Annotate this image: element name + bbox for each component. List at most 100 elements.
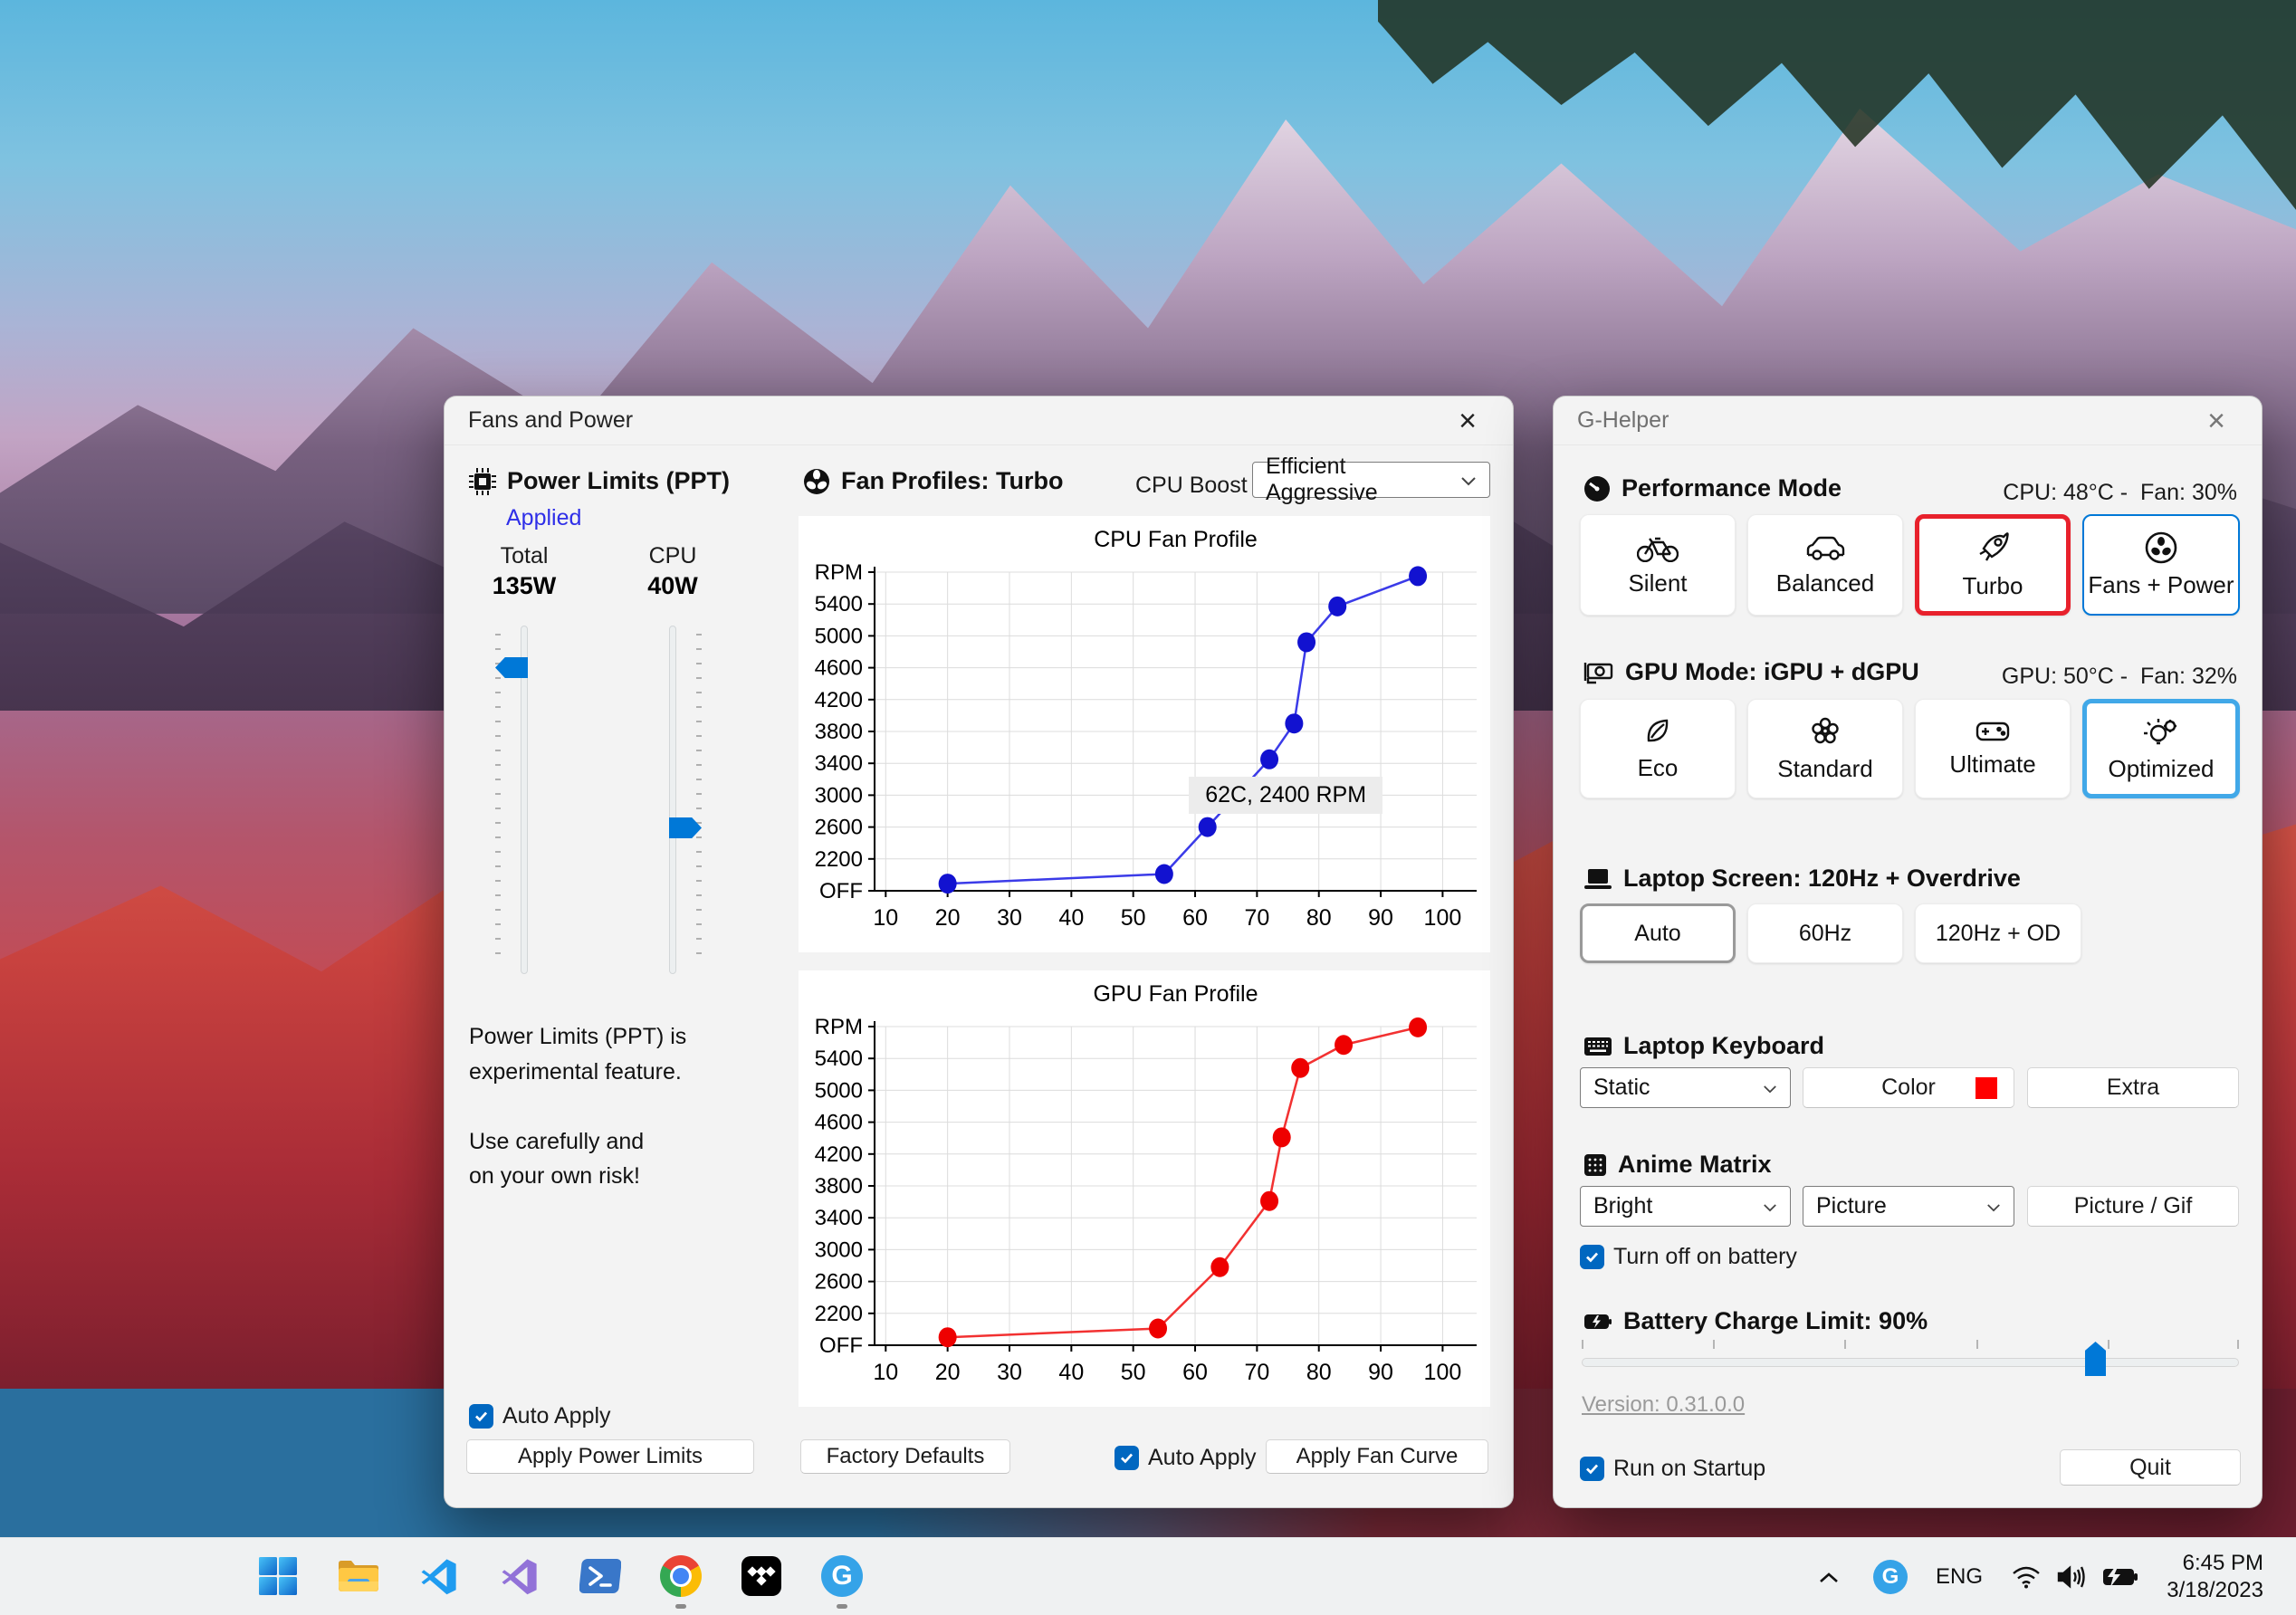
svg-text:OFF: OFF: [819, 1333, 863, 1358]
close-icon[interactable]: ×: [1446, 401, 1489, 441]
cpu-slider-track[interactable]: [669, 626, 676, 974]
matrix-mode-select[interactable]: Picture: [1803, 1186, 2014, 1227]
power-limits-heading: Power Limits (PPT): [469, 467, 730, 495]
keyboard-color-swatch: [1976, 1076, 1997, 1099]
visual-studio-icon[interactable]: [494, 1551, 545, 1601]
bicycle-icon: [1637, 537, 1679, 562]
leaf-icon: [1647, 719, 1669, 741]
svg-text:4200: 4200: [815, 1142, 863, 1167]
checkbox-checked-icon[interactable]: [1115, 1446, 1139, 1470]
battery-slider-track[interactable]: [1582, 1358, 2239, 1367]
keyboard-color-button[interactable]: Color: [1803, 1067, 2014, 1108]
tidal-icon[interactable]: [736, 1551, 787, 1601]
chrome-running-indicator: [675, 1604, 686, 1609]
perf-mode-silent-button[interactable]: Silent: [1580, 514, 1736, 616]
ghelper-taskbar-icon[interactable]: G: [817, 1551, 867, 1601]
apply-power-limits-button[interactable]: Apply Power Limits: [466, 1439, 754, 1474]
svg-text:5400: 5400: [815, 1046, 863, 1071]
laptop-screen-heading: Laptop Screen: 120Hz + Overdrive: [1583, 865, 2021, 893]
gpu-fan-curve-plot[interactable]: 10 20 30 40 50 60 70 80 90 100 OFF 2200 2600 3000 3400…: [799, 970, 1490, 1407]
battery-limit-heading: Battery Charge Limit: 90%: [1583, 1307, 1928, 1335]
ghelper-tray-icon[interactable]: G: [1872, 1559, 1909, 1595]
gpu-fan-curve-chart: 10 20 30 40 50 60 70 80 90 100 OFF 2200 2600 3000 3400…: [799, 970, 1490, 1407]
svg-text:10: 10: [873, 1360, 898, 1385]
svg-text:20: 20: [935, 1360, 961, 1385]
powershell-logo-icon: [579, 1559, 621, 1593]
svg-text:2600: 2600: [815, 1270, 863, 1295]
perf-mode-balanced-button[interactable]: Balanced: [1747, 514, 1903, 616]
dot-matrix-icon: [1584, 1153, 1606, 1176]
screen-120hz-od-button[interactable]: 120Hz + OD: [1915, 903, 2081, 963]
powershell-icon[interactable]: [575, 1551, 626, 1601]
cpu-chip-icon: [469, 467, 496, 495]
svg-text:100: 100: [1424, 905, 1462, 931]
keyboard-mode-select[interactable]: Static: [1580, 1067, 1791, 1108]
gpu-mode-optimized-button[interactable]: Optimized: [2082, 699, 2240, 798]
battery-slider-ticks: [1582, 1340, 2239, 1351]
fans-window-titlebar[interactable]: Fans and Power ×: [445, 397, 1513, 445]
fan-icon: [804, 468, 829, 494]
ghelper-titlebar[interactable]: G-Helper ×: [1554, 397, 2262, 445]
file-explorer-icon[interactable]: [333, 1551, 384, 1601]
factory-defaults-button[interactable]: Factory Defaults: [800, 1439, 1010, 1474]
performance-mode-heading: Performance Mode: [1583, 474, 1842, 502]
cpu-fan-curve-plot[interactable]: 10 20 30 40 50 60 70 80 90 100 OFF 2200 2600 3000 3400…: [799, 516, 1490, 952]
cpu-temp-fan-status: CPU: 48°C - Fan: 30%: [2003, 480, 2237, 505]
cpu-boost-select[interactable]: Efficient Aggressive: [1252, 454, 1490, 505]
language-indicator[interactable]: ENG: [1934, 1561, 1985, 1593]
auto-apply-fan-checkbox[interactable]: Auto Apply: [1115, 1445, 1257, 1471]
svg-text:GPU Fan Profile: GPU Fan Profile: [1093, 981, 1258, 1007]
start-button[interactable]: [253, 1551, 303, 1601]
turn-off-on-battery-checkbox[interactable]: Turn off on battery: [1580, 1244, 1797, 1270]
fans-and-power-window: Fans and Power × Power Limits (PPT) Appl…: [444, 396, 1514, 1508]
matrix-picture-gif-button[interactable]: Picture / Gif: [2027, 1186, 2239, 1227]
auto-apply-power-checkbox[interactable]: Auto Apply: [469, 1403, 611, 1429]
applied-link[interactable]: Applied: [506, 505, 581, 531]
perf-mode-turbo-button[interactable]: Turbo: [1915, 514, 2071, 616]
matrix-brightness-select[interactable]: Bright: [1580, 1186, 1791, 1227]
flower-icon: [1812, 717, 1839, 743]
close-icon[interactable]: ×: [2195, 401, 2238, 441]
gpu-card-icon: [1583, 662, 1613, 683]
gpu-mode-ultimate-button[interactable]: Ultimate: [1915, 699, 2071, 798]
wifi-icon[interactable]: [2008, 1559, 2044, 1595]
checkbox-checked-icon[interactable]: [469, 1404, 493, 1429]
chevron-down-icon: [1763, 1193, 1777, 1219]
run-on-startup-checkbox[interactable]: Run on Startup: [1580, 1456, 1765, 1482]
gpu-mode-eco-button[interactable]: Eco: [1580, 699, 1736, 798]
total-slider-ticks: [495, 634, 501, 967]
checkbox-checked-icon[interactable]: [1580, 1245, 1604, 1269]
screen-60hz-button[interactable]: 60Hz: [1747, 903, 1903, 963]
tray-date: 3/18/2023: [2167, 1578, 2263, 1602]
checkbox-checked-icon[interactable]: [1580, 1457, 1604, 1481]
svg-text:80: 80: [1306, 905, 1332, 931]
screen-auto-button[interactable]: Auto: [1580, 903, 1736, 963]
svg-text:3800: 3800: [815, 720, 863, 744]
perf-mode-fans-power-button[interactable]: Fans + Power: [2082, 514, 2240, 616]
cpu-slider-ticks: [696, 634, 702, 967]
total-label: Total: [500, 543, 549, 569]
clock[interactable]: 6:45 PM 3/18/2023: [2109, 1550, 2263, 1604]
keyboard-extra-button[interactable]: Extra: [2027, 1067, 2239, 1108]
ghelper-title: G-Helper: [1577, 407, 1669, 433]
svg-text:70: 70: [1244, 1360, 1269, 1385]
svg-text:30: 30: [997, 1360, 1022, 1385]
fan-curve-tooltip: 62C, 2400 RPM: [1189, 777, 1383, 815]
anime-matrix-heading: Anime Matrix: [1583, 1151, 1772, 1179]
svg-text:60: 60: [1182, 905, 1208, 931]
version-link[interactable]: Version: 0.31.0.0: [1582, 1392, 1745, 1418]
vscode-icon[interactable]: [414, 1551, 464, 1601]
quit-button[interactable]: Quit: [2060, 1449, 2241, 1486]
volume-icon[interactable]: [2052, 1559, 2091, 1595]
apply-fan-curve-button[interactable]: Apply Fan Curve: [1266, 1439, 1488, 1474]
chrome-icon[interactable]: [655, 1551, 706, 1601]
gpu-mode-standard-button[interactable]: Standard: [1747, 699, 1903, 798]
svg-text:100: 100: [1424, 1360, 1462, 1385]
svg-text:RPM: RPM: [815, 1015, 863, 1039]
windows-logo-icon: [259, 1557, 297, 1595]
svg-text:4600: 4600: [815, 1111, 863, 1135]
svg-text:4600: 4600: [815, 656, 863, 681]
svg-text:30: 30: [997, 905, 1022, 931]
svg-text:3000: 3000: [815, 1238, 863, 1262]
tray-chevron-up-icon[interactable]: [1813, 1561, 1845, 1593]
